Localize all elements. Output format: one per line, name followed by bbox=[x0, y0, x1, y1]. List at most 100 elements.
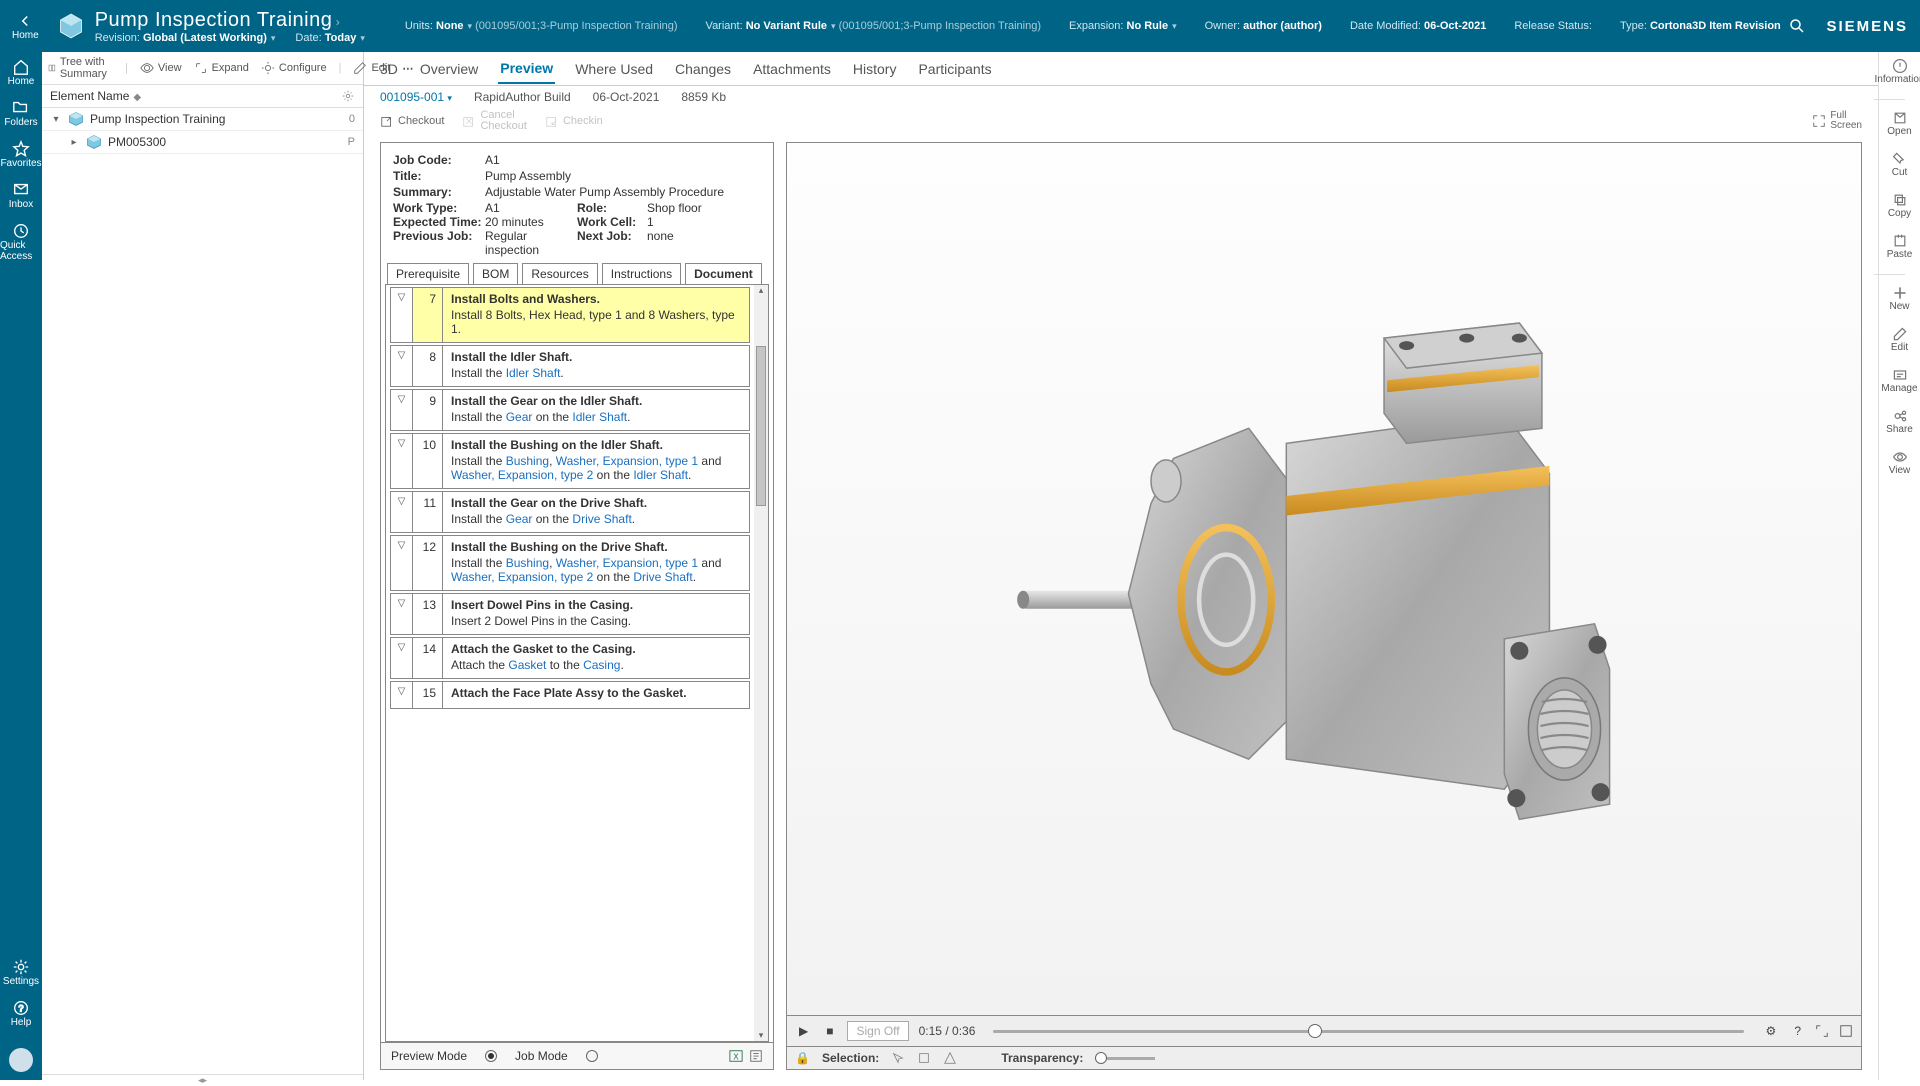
step-row[interactable]: ▽ 12 Install the Bushing on the Drive Sh… bbox=[390, 535, 750, 591]
stop-button[interactable]: ■ bbox=[822, 1023, 837, 1039]
job-mode-label: Job Mode bbox=[515, 1049, 568, 1063]
job-mode-radio[interactable] bbox=[586, 1050, 598, 1062]
left-rail-inbox[interactable]: Inbox bbox=[0, 181, 42, 210]
step-collapse-icon[interactable]: ▽ bbox=[391, 682, 413, 708]
checkout-button[interactable]: Checkout bbox=[380, 114, 444, 128]
brand-logo: SIEMENS bbox=[1826, 18, 1908, 35]
viewer-settings-icon[interactable]: ⚙ bbox=[1762, 1023, 1781, 1039]
fullscreen-button[interactable]: FullScreen bbox=[1812, 111, 1862, 131]
doc-tab-document[interactable]: Document bbox=[685, 263, 762, 284]
step-collapse-icon[interactable]: ▽ bbox=[391, 434, 413, 488]
tab-changes[interactable]: Changes bbox=[673, 55, 733, 83]
help-icon[interactable]: ? bbox=[1790, 1023, 1805, 1039]
right-rail-edit[interactable]: Edit bbox=[1874, 326, 1920, 353]
right-rail-share[interactable]: Share bbox=[1874, 408, 1920, 435]
step-row[interactable]: ▽ 11 Install the Gear on the Drive Shaft… bbox=[390, 491, 750, 533]
configure-button[interactable]: Configure bbox=[261, 61, 327, 75]
gear-icon[interactable] bbox=[341, 89, 355, 103]
step-collapse-icon[interactable]: ▽ bbox=[391, 594, 413, 634]
step-row[interactable]: ▽ 14 Attach the Gasket to the Casing. At… bbox=[390, 637, 750, 679]
selection-tool-3[interactable] bbox=[943, 1051, 957, 1065]
selection-tool-1[interactable] bbox=[891, 1051, 905, 1065]
step-collapse-icon[interactable]: ▽ bbox=[391, 492, 413, 532]
tree-with-summary-button[interactable]: Tree with Summary bbox=[48, 56, 113, 80]
build-label: RapidAuthor Build bbox=[474, 90, 571, 104]
doc-tab-bom[interactable]: BOM bbox=[473, 263, 518, 284]
tab-preview[interactable]: Preview bbox=[498, 54, 555, 84]
step-collapse-icon[interactable]: ▽ bbox=[391, 288, 413, 342]
step-row[interactable]: ▽ 13 Insert Dowel Pins in the Casing. In… bbox=[390, 593, 750, 635]
doc-tab-prerequisite[interactable]: Prerequisite bbox=[387, 263, 469, 284]
step-collapse-icon[interactable]: ▽ bbox=[391, 638, 413, 678]
right-rail-copy[interactable]: Copy bbox=[1874, 192, 1920, 219]
selection-tool-2[interactable] bbox=[917, 1051, 931, 1065]
timeline-slider[interactable] bbox=[993, 1030, 1743, 1033]
tab-participants[interactable]: Participants bbox=[916, 55, 993, 83]
transparency-label: Transparency: bbox=[1001, 1051, 1083, 1065]
search-icon[interactable] bbox=[1788, 17, 1806, 35]
step-row[interactable]: ▽ 10 Install the Bushing on the Idler Sh… bbox=[390, 433, 750, 489]
doc-tab-instructions[interactable]: Instructions bbox=[602, 263, 681, 284]
left-rail-help[interactable]: ?Help bbox=[3, 999, 39, 1028]
viewer-canvas[interactable] bbox=[787, 143, 1861, 1015]
date-selector[interactable]: Date: Today▾ bbox=[295, 32, 364, 44]
lock-icon[interactable]: 🔒 bbox=[795, 1051, 810, 1065]
version-selector[interactable]: 001095-001 ▾ bbox=[380, 90, 452, 104]
tree-row[interactable]: ▸PM005300P bbox=[42, 131, 363, 154]
tab-history[interactable]: History bbox=[851, 55, 899, 83]
step-collapse-icon[interactable]: ▽ bbox=[391, 390, 413, 430]
tree-toolbar: Tree with Summary | View Expand Configur… bbox=[42, 52, 363, 85]
expand-button[interactable]: Expand bbox=[194, 61, 249, 75]
left-rail-folders[interactable]: Folders bbox=[0, 99, 42, 128]
tab-attachments[interactable]: Attachments bbox=[751, 55, 833, 83]
play-button[interactable]: ▶ bbox=[795, 1023, 812, 1039]
right-rail-open[interactable]: Open bbox=[1874, 110, 1920, 137]
transparency-slider[interactable] bbox=[1095, 1057, 1155, 1060]
tab-3d[interactable]: 3D bbox=[378, 55, 400, 83]
steps-scrollbar[interactable]: ▴ ▾ bbox=[754, 285, 768, 1041]
step-collapse-icon[interactable]: ▽ bbox=[391, 536, 413, 590]
viewer-fullscreen-icon[interactable] bbox=[1815, 1024, 1829, 1038]
step-row[interactable]: ▽ 8 Install the Idler Shaft. Install the… bbox=[390, 345, 750, 387]
sign-off-button[interactable]: Sign Off bbox=[847, 1021, 908, 1041]
step-number: 7 bbox=[413, 288, 443, 342]
panel-splitter[interactable]: ◂▸ bbox=[42, 1074, 363, 1080]
step-row[interactable]: ▽ 7 Install Bolts and Washers. Install 8… bbox=[390, 287, 750, 343]
right-rail-new[interactable]: New bbox=[1874, 285, 1920, 312]
variant-selector[interactable]: Variant: No Variant Rule▾ (001095/001;3-… bbox=[706, 20, 1041, 32]
left-rail-quick-access[interactable]: Quick Access bbox=[0, 222, 42, 262]
type-info: Type: Cortona3D Item Revision bbox=[1620, 20, 1781, 32]
export-excel-icon[interactable]: X bbox=[729, 1049, 743, 1063]
tab-where-used[interactable]: Where Used bbox=[573, 55, 655, 83]
export-pdf-icon[interactable] bbox=[749, 1049, 763, 1063]
step-body: Install Bolts and Washers. Install 8 Bol… bbox=[443, 288, 749, 342]
step-row[interactable]: ▽ 9 Install the Gear on the Idler Shaft.… bbox=[390, 389, 750, 431]
expansion-selector[interactable]: Expansion: No Rule▾ bbox=[1069, 20, 1177, 32]
right-rail-manage[interactable]: Manage bbox=[1874, 367, 1920, 394]
step-number: 8 bbox=[413, 346, 443, 386]
user-avatar[interactable] bbox=[9, 1048, 33, 1072]
units-selector[interactable]: Units: None▾ (001095/001;3-Pump Inspecti… bbox=[405, 20, 678, 32]
step-row[interactable]: ▽ 15 Attach the Face Plate Assy to the G… bbox=[390, 681, 750, 709]
right-rail-view[interactable]: View bbox=[1874, 449, 1920, 476]
right-rail-paste[interactable]: Paste bbox=[1874, 233, 1920, 260]
step-body: Attach the Face Plate Assy to the Gasket… bbox=[443, 682, 749, 708]
tab-overview[interactable]: Overview bbox=[418, 55, 480, 83]
view-button[interactable]: View bbox=[140, 61, 182, 75]
app-header: Home Pump Inspection Training › Revision… bbox=[0, 0, 1920, 52]
doc-tab-resources[interactable]: Resources bbox=[522, 263, 597, 284]
tree-column-header[interactable]: Element Name◆ bbox=[42, 85, 363, 108]
left-rail-favorites[interactable]: Favorites bbox=[0, 140, 42, 169]
left-rail-settings[interactable]: Settings bbox=[3, 958, 39, 987]
right-rail-cut[interactable]: Cut bbox=[1874, 151, 1920, 178]
revision-selector[interactable]: Revision: Global (Latest Working)▾ bbox=[95, 32, 276, 44]
back-home[interactable]: Home bbox=[12, 12, 39, 41]
step-collapse-icon[interactable]: ▽ bbox=[391, 346, 413, 386]
tree-row[interactable]: ▾Pump Inspection Training0 bbox=[42, 108, 363, 131]
step-number: 15 bbox=[413, 682, 443, 708]
viewer-export-icon[interactable] bbox=[1839, 1024, 1853, 1038]
right-rail-information[interactable]: Information bbox=[1874, 58, 1920, 85]
left-rail-home[interactable]: Home bbox=[0, 58, 42, 87]
preview-mode-radio[interactable] bbox=[485, 1050, 497, 1062]
step-body: Install the Gear on the Idler Shaft. Ins… bbox=[443, 390, 749, 430]
